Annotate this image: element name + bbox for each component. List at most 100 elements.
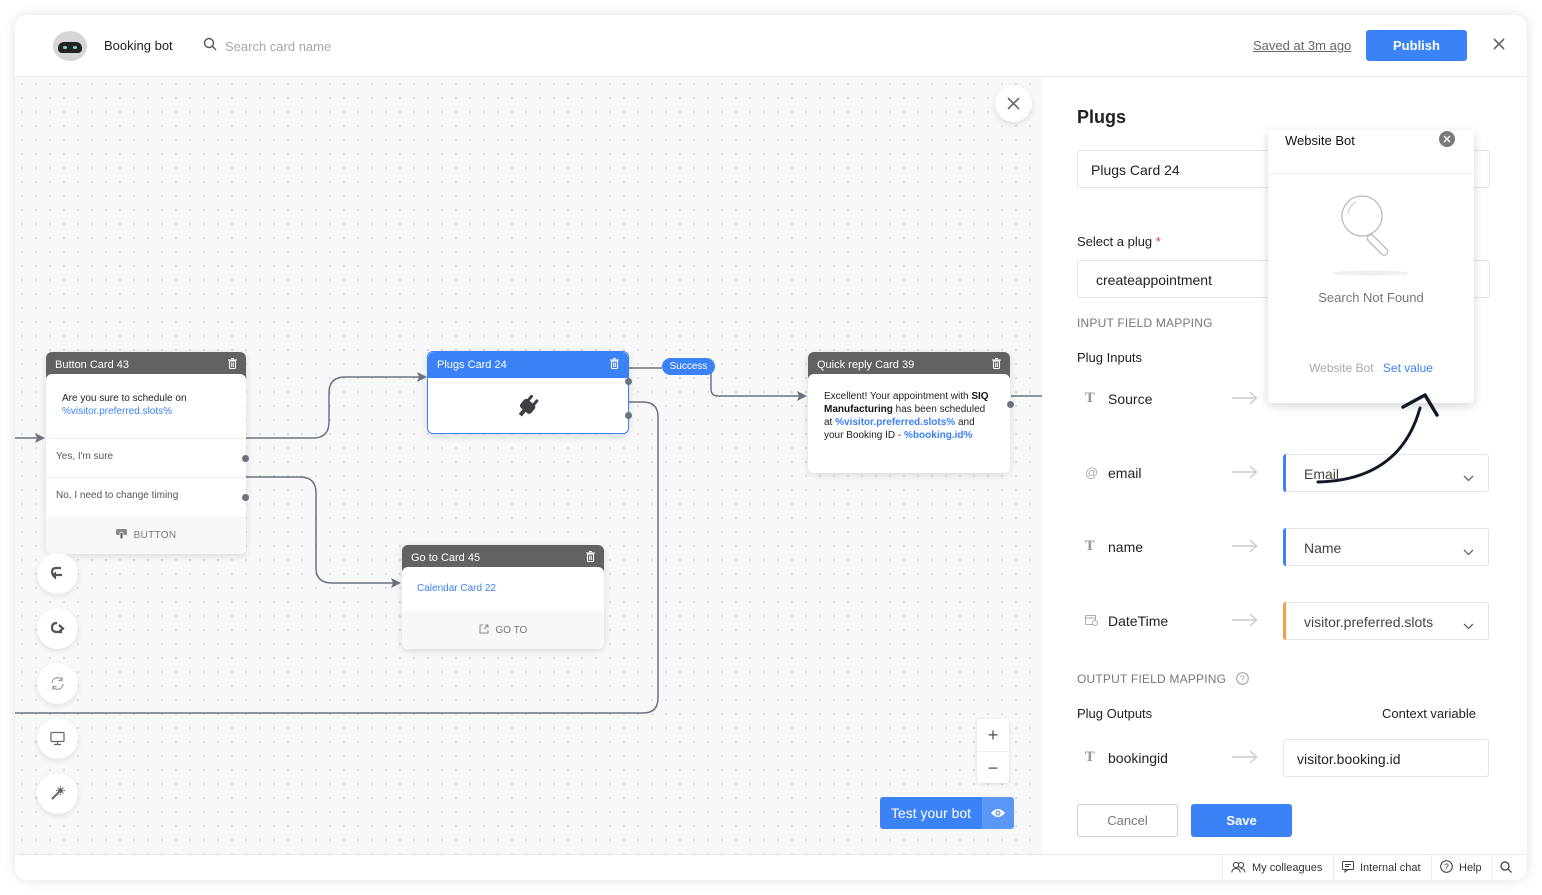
internal-chat-button[interactable]: Internal chat [1333, 855, 1429, 880]
text-type-icon: T [1085, 391, 1095, 406]
field-accent-bar [1283, 454, 1286, 492]
reset-button[interactable] [37, 663, 78, 704]
zoom-in-button[interactable]: + [977, 719, 1009, 751]
arrow-right-icon [1232, 391, 1258, 410]
output-port[interactable] [242, 494, 249, 501]
arrow-right-icon [1232, 465, 1258, 484]
card-type-footer: BUTTON [46, 516, 246, 554]
button-type-icon [115, 529, 127, 541]
flow-canvas[interactable]: Button Card 43 Are you sure to schedule … [15, 77, 1042, 854]
chevron-down-icon [1463, 617, 1474, 633]
at-icon: @ [1085, 465, 1099, 480]
select-plug-label: Select a plug * [1077, 234, 1161, 249]
value-dropdown-popup: Search Not Found Website Bot Set value [1268, 130, 1474, 403]
card-title: Plugs Card 24 [437, 359, 507, 371]
variable-token: %visitor.preferred.slots% [62, 406, 173, 417]
bot-name: Booking bot [104, 38, 173, 53]
search-icon [1500, 860, 1512, 876]
connector-yes-to-plugs [245, 372, 427, 439]
card-title: Go to Card 45 [411, 552, 481, 564]
close-panel-button[interactable] [995, 85, 1032, 122]
my-colleagues-button[interactable]: My colleagues [1222, 855, 1330, 880]
svg-text:?: ? [1444, 862, 1449, 872]
trash-icon[interactable] [228, 358, 237, 372]
arrow-right-icon [1232, 539, 1258, 558]
input-mapping-heading: INPUT FIELD MAPPING [1077, 316, 1213, 330]
test-bot-button[interactable]: Test your bot [880, 797, 1014, 829]
output-mapping-row: T bookingid visitor.booking.id [1077, 739, 1490, 777]
arrow-right-icon [1232, 613, 1258, 632]
publish-button[interactable]: Publish [1366, 30, 1467, 61]
success-label: Success [662, 358, 715, 375]
quick-reply-card[interactable]: Quick reply Card 39 Excellent! Your appo… [808, 352, 1014, 473]
dropdown-search-input[interactable] [1285, 130, 1435, 150]
cancel-button[interactable]: Cancel [1077, 804, 1178, 837]
global-search-button[interactable] [1491, 855, 1527, 880]
calendar-clock-icon [1085, 614, 1098, 630]
undo-button[interactable] [37, 553, 78, 594]
card-title: Button Card 43 [55, 359, 129, 371]
failure-port[interactable] [625, 412, 632, 419]
search-card-input[interactable] [225, 35, 425, 57]
plugs-card[interactable]: Plugs Card 24 [427, 351, 632, 434]
chevron-down-icon [1463, 543, 1474, 559]
input-mapping-row: DateTime visitor.preferred.slots [1077, 602, 1490, 640]
input-value-select[interactable]: Name [1283, 528, 1489, 566]
arrow-right-icon [1232, 750, 1258, 769]
text-type-icon: T [1085, 539, 1095, 554]
input-field-name: DateTime [1108, 613, 1169, 629]
help-button[interactable]: ? Help [1431, 855, 1490, 880]
input-field-name: email [1108, 465, 1142, 481]
quick-reply-message: Excellent! Your appointment with SIQ Man… [824, 391, 989, 441]
button-card[interactable]: Button Card 43 Are you sure to schedule … [46, 352, 249, 554]
preview-eye-button[interactable] [982, 797, 1014, 829]
output-port[interactable] [1007, 401, 1014, 408]
card-type-footer: GO TO [402, 611, 604, 649]
redo-button[interactable] [37, 608, 78, 649]
success-port[interactable] [625, 378, 632, 385]
plug-icon [513, 392, 543, 425]
connector-success-to-quickreply-2 [710, 373, 807, 401]
button-option[interactable]: No, I need to change timing [46, 477, 249, 516]
preview-button[interactable] [37, 718, 78, 759]
auto-arrange-button[interactable] [37, 773, 78, 814]
input-mapping-row: T name Name [1077, 528, 1490, 566]
help-circle-icon[interactable]: ? [1235, 672, 1249, 688]
trash-icon[interactable] [586, 551, 595, 565]
clear-search-button[interactable] [1439, 131, 1455, 147]
svg-text:?: ? [1240, 674, 1245, 684]
output-field-name: bookingid [1108, 750, 1168, 766]
test-bot-label[interactable]: Test your bot [880, 797, 982, 829]
goto-target-link[interactable]: Calendar Card 22 [402, 567, 604, 611]
bottom-bar: My colleagues Internal chat ? Help [15, 854, 1527, 880]
external-link-icon [479, 624, 489, 636]
card-title: Quick reply Card 39 [817, 359, 915, 371]
goto-card[interactable]: Go to Card 45 Calendar Card 22 GO TO [402, 545, 604, 649]
trash-icon[interactable] [610, 358, 619, 372]
field-accent-bar [1283, 602, 1286, 640]
close-icon[interactable] [1491, 36, 1507, 52]
chevron-down-icon [1463, 469, 1474, 485]
output-mapping-heading: OUTPUT FIELD MAPPING ? [1077, 672, 1249, 688]
trash-icon[interactable] [992, 358, 1001, 372]
zoom-out-button[interactable]: − [977, 751, 1009, 783]
input-field-name: name [1108, 539, 1144, 555]
set-value-link[interactable]: Set value [1383, 361, 1433, 375]
variable-token: %visitor.preferred.slots% [835, 417, 956, 428]
zoom-controls: + − [977, 719, 1009, 783]
panel-title: Plugs [1077, 107, 1127, 127]
output-port[interactable] [242, 455, 249, 462]
users-icon [1231, 861, 1246, 876]
plug-inputs-label: Plug Inputs [1077, 350, 1143, 365]
chat-icon [1342, 860, 1354, 876]
save-button[interactable]: Save [1191, 804, 1292, 837]
context-variable-input[interactable]: visitor.booking.id [1283, 739, 1489, 777]
button-card-message: Are you sure to schedule on %visitor.pre… [46, 374, 246, 438]
input-value-select[interactable]: visitor.preferred.slots [1283, 602, 1489, 640]
text-type-icon: T [1085, 750, 1095, 765]
input-value-select[interactable]: Email [1283, 454, 1489, 492]
empty-state-text: Search Not Found [1318, 290, 1424, 305]
button-option[interactable]: Yes, I'm sure [46, 438, 249, 477]
saved-status-link[interactable]: Saved at 3m ago [1253, 38, 1351, 53]
magnifier-empty-icon [1332, 188, 1412, 285]
